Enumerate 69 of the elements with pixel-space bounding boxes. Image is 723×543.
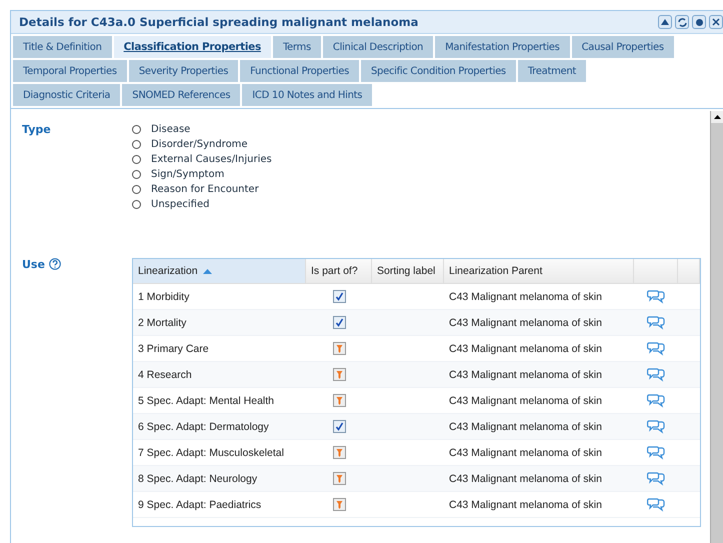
radio-button[interactable] [132,125,141,134]
tab[interactable]: Causal Properties [572,36,674,58]
section-label: Type [22,123,51,136]
radio-label[interactable]: Disease [151,124,190,135]
comment-icon[interactable] [647,446,665,460]
table-cell-text: 5 Spec. Adapt: Mental Health [137,394,276,408]
radio-button[interactable] [132,155,141,164]
window-title: Details for C43a.0 Superficial spreading malignant melanoma [19,15,420,29]
tab[interactable]: Treatment [518,60,586,82]
sort-ascending-icon [202,268,212,274]
table-cell-text: C43 Malignant melanoma of skin [448,446,603,460]
comment-icon[interactable] [647,472,665,486]
close-icon[interactable] [709,15,723,29]
section-label: Use [22,258,45,271]
checkbox[interactable] [332,420,346,433]
radio-button[interactable] [132,170,141,179]
comment-icon[interactable] [647,316,665,330]
table-cell-text: 6 Spec. Adapt: Dermatology [137,420,270,434]
comment-icon[interactable] [647,368,665,382]
tab[interactable]: Title & Definition [13,36,112,58]
tab[interactable]: Specific Condition Properties [361,60,516,82]
radio-button[interactable] [132,140,141,149]
table-cell-text: C43 Malignant melanoma of skin [448,368,603,382]
table-cell-text: 7 Spec. Adapt: Musculoskeletal [137,446,285,460]
table-cell-text: 3 Primary Care [137,342,210,356]
table-cell-text: 2 Mortality [137,316,188,330]
column-header[interactable]: Sorting label [372,259,444,283]
table-cell-text: C43 Malignant melanoma of skin [448,498,603,512]
radio-label[interactable]: External Causes/Injuries [151,154,272,165]
radio-label[interactable]: Disorder/Syndrome [151,139,248,150]
comment-icon[interactable] [647,342,665,356]
tab[interactable]: Functional Properties [240,60,359,82]
tab[interactable]: Diagnostic Criteria [13,84,120,106]
table-cell-text: C43 Malignant melanoma of skin [448,420,603,434]
tab[interactable]: Classification Properties [114,36,271,58]
radio-button[interactable] [132,200,141,209]
table-cell-text: C43 Malignant melanoma of skin [448,472,603,486]
tab[interactable]: Severity Properties [128,60,238,82]
table-cell-text: 9 Spec. Adapt: Paediatrics [137,498,262,512]
radio-button[interactable] [132,185,141,194]
table-cell-text: 4 Research [137,368,193,382]
checkbox[interactable] [332,290,346,303]
comment-icon[interactable] [647,498,665,512]
comment-icon[interactable] [647,420,665,434]
comment-icon[interactable] [647,394,665,408]
tab[interactable]: SNOMED References [122,84,240,106]
help-icon[interactable] [48,258,61,270]
tab[interactable]: ICD 10 Notes and Hints [242,84,372,106]
tab[interactable]: Temporal Properties [13,60,127,82]
comment-icon[interactable] [647,290,665,304]
tab[interactable]: Manifestation Properties [435,36,570,58]
table-cell-text: C43 Malignant melanoma of skin [448,394,603,408]
radio-label[interactable]: Sign/Symptom [151,169,224,180]
tab[interactable]: Terms [272,36,321,58]
table-cell-text: C43 Malignant melanoma of skin [448,290,603,304]
tab[interactable]: Clinical Description [322,36,434,58]
refresh-icon[interactable] [675,15,689,29]
collapse-icon[interactable] [658,15,672,29]
table-cell-text: 8 Spec. Adapt: Neurology [137,472,258,486]
column-header[interactable]: Is part of? [306,259,372,283]
radio-label[interactable]: Reason for Encounter [151,184,259,195]
scroll-up-icon[interactable] [711,111,723,123]
column-header[interactable]: Linearization Parent [444,259,634,283]
table-cell-text: C43 Malignant melanoma of skin [448,316,603,330]
column-header[interactable]: Linearization [133,259,306,283]
checkbox[interactable] [332,316,346,329]
table-cell-text: 1 Morbidity [137,290,190,304]
table-cell-text: C43 Malignant melanoma of skin [448,342,603,356]
radio-label[interactable]: Unspecified [151,199,210,210]
